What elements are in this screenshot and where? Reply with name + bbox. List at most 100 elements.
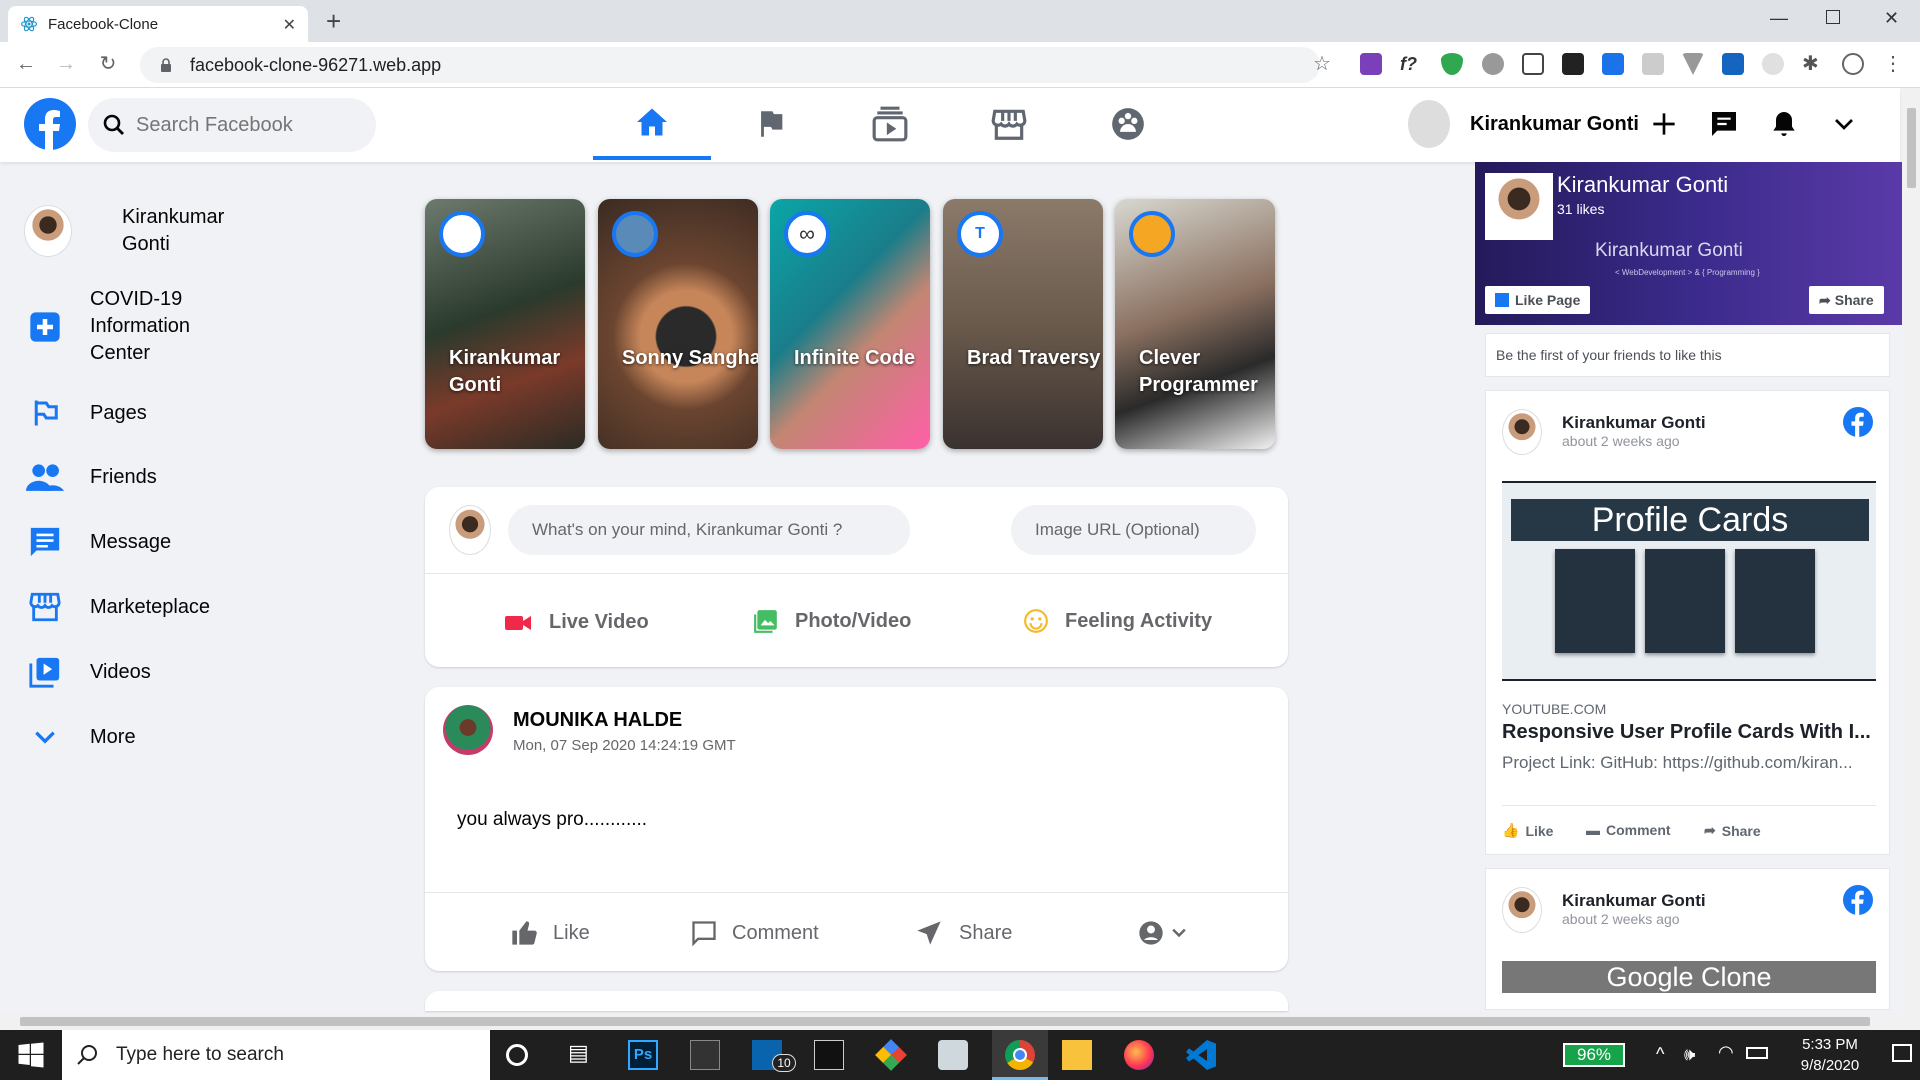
close-window-icon[interactable]: ✕ [1884,8,1899,29]
facebook-logo-icon[interactable] [24,98,76,150]
comment-button[interactable]: Comment [690,919,819,947]
story-card[interactable]: Clever Programmer [1115,199,1275,449]
link-title[interactable]: Responsive User Profile Cards With I... [1502,721,1876,744]
notifications-icon[interactable] [1768,108,1800,140]
firefox-icon[interactable] [1124,1040,1154,1070]
feed-comment-button[interactable]: ▬ Comment [1586,822,1671,838]
page-name[interactable]: Kirankumar Gonti [1557,172,1728,198]
back-icon[interactable]: ← [14,52,38,76]
photoshop-icon[interactable]: Ps [628,1040,658,1070]
sidebar-item-message[interactable]: Message [24,521,171,563]
vscode-icon[interactable] [1186,1040,1216,1070]
post-author[interactable]: MOUNIKA HALDE [513,709,682,732]
header-profile[interactable]: Kirankumar Gonti [1408,100,1639,148]
extension-icon[interactable] [1482,53,1504,75]
app-icon[interactable] [938,1040,968,1070]
volume-icon[interactable]: 🕪 [1684,1044,1695,1065]
extension-icon[interactable] [1441,53,1463,75]
taskbar-search[interactable]: Type here to search [62,1030,490,1080]
scrollbar-thumb[interactable] [1907,108,1916,188]
sidebar-item-more[interactable]: More [24,716,136,758]
terminal-icon[interactable] [814,1040,844,1070]
avatar [24,205,72,257]
story-card[interactable]: ∞ Infinite Code [770,199,930,449]
app-icon[interactable] [875,1039,907,1071]
sidebar-item-friends[interactable]: Friends [24,456,157,498]
extension-icon[interactable] [1762,53,1784,75]
plus-icon[interactable] [1648,108,1680,140]
page-avatar[interactable] [1485,173,1553,240]
nav-groups[interactable] [1069,88,1187,160]
post-author-avatar[interactable] [443,705,493,755]
task-view-icon[interactable]: ▤ [568,1040,598,1070]
address-bar[interactable]: facebook-clone-96271.web.app [140,47,1320,83]
share-button[interactable]: Share [915,919,1012,947]
extension-icon[interactable] [1562,53,1584,75]
puzzle-icon[interactable]: ✱ [1802,53,1824,75]
folder-icon[interactable] [1062,1040,1092,1070]
extension-icon[interactable] [1522,53,1544,75]
minimize-icon[interactable]: — [1770,8,1788,29]
chevron-down-icon[interactable] [1828,108,1860,140]
extension-icon[interactable]: f? [1400,53,1422,75]
wifi-icon[interactable]: ◠ [1718,1042,1734,1063]
image-url-input[interactable]: Image URL (Optional) [1011,505,1256,555]
profile-icon[interactable] [1842,53,1864,75]
extension-icon[interactable] [1602,53,1624,75]
extension-icon[interactable] [1682,53,1704,75]
feed-share-button[interactable]: ➦ Share [1704,822,1761,839]
story-card[interactable]: T Brad Traversy [943,199,1103,449]
story-card[interactable]: Sonny Sangha [598,199,758,449]
search-input[interactable] [136,113,336,137]
feed-post-author[interactable]: Kirankumar Gonti [1562,891,1706,911]
chevron-up-icon[interactable]: ^ [1656,1044,1664,1065]
mysql-icon[interactable] [690,1040,720,1070]
nav-home[interactable] [593,88,711,160]
browser-tab[interactable]: Facebook-Clone ✕ [8,6,308,42]
search-box[interactable] [88,98,376,152]
maximize-icon[interactable] [1826,10,1840,24]
battery-icon[interactable] [1746,1047,1768,1059]
messenger-icon[interactable] [1708,108,1740,140]
battery-indicator[interactable]: 96% [1563,1043,1625,1067]
audience-selector[interactable] [1137,919,1189,947]
close-tab-icon[interactable]: ✕ [283,15,296,35]
sidebar-item-videos[interactable]: Videos [24,651,151,693]
horizontal-scrollbar[interactable] [0,1013,1903,1030]
image-title[interactable]: Google Clone [1502,961,1876,993]
story-card[interactable]: Kirankumar Gonti [425,199,585,449]
like-button[interactable]: Like [509,919,590,947]
vertical-scrollbar[interactable] [1903,88,1920,1030]
feed-like-button[interactable]: 👍 Like [1502,822,1553,839]
extension-icon[interactable] [1360,53,1382,75]
scrollbar-thumb[interactable] [20,1017,1870,1026]
feed-post-author[interactable]: Kirankumar Gonti [1562,413,1706,433]
extension-icon[interactable] [1722,53,1744,75]
page-likes: 31 likes [1557,201,1605,217]
nav-watch[interactable] [831,88,949,160]
action-center-icon[interactable] [1892,1044,1912,1062]
cortana-icon[interactable] [506,1044,528,1066]
sidebar-item-pages[interactable]: Pages [24,392,147,434]
forward-icon[interactable]: → [54,52,78,76]
menu-dots-icon[interactable]: ⋮ [1882,53,1904,75]
share-page-button[interactable]: ➦ Share [1809,286,1884,314]
clock[interactable]: 5:33 PM 9/8/2020 [1775,1036,1885,1074]
sidebar-item-marketplace[interactable]: Marketeplace [24,586,210,628]
windows-start-icon[interactable] [16,1040,46,1070]
link-image[interactable]: Profile Cards [1502,483,1876,679]
reload-icon[interactable]: ↻ [96,52,120,76]
new-tab-icon[interactable]: + [326,6,341,36]
photo-video-button[interactable]: Photo/Video [753,608,911,634]
feeling-activity-button[interactable]: Feeling Activity [1023,608,1212,634]
bookmark-star-icon[interactable]: ☆ [1310,52,1334,76]
nav-marketplace[interactable] [950,88,1068,160]
live-video-button[interactable]: Live Video [505,611,649,634]
nav-pages[interactable] [712,88,830,160]
sidebar-item-profile[interactable]: Kirankumar Gonti [24,204,262,258]
sidebar-item-covid[interactable]: COVID-19 Information Center [24,286,220,367]
status-input[interactable]: What's on your mind, Kirankumar Gonti ? [508,505,910,555]
chrome-taskbar-item[interactable] [992,1030,1048,1080]
like-page-button[interactable]: Like Page [1485,286,1591,314]
extension-icon[interactable] [1642,53,1664,75]
